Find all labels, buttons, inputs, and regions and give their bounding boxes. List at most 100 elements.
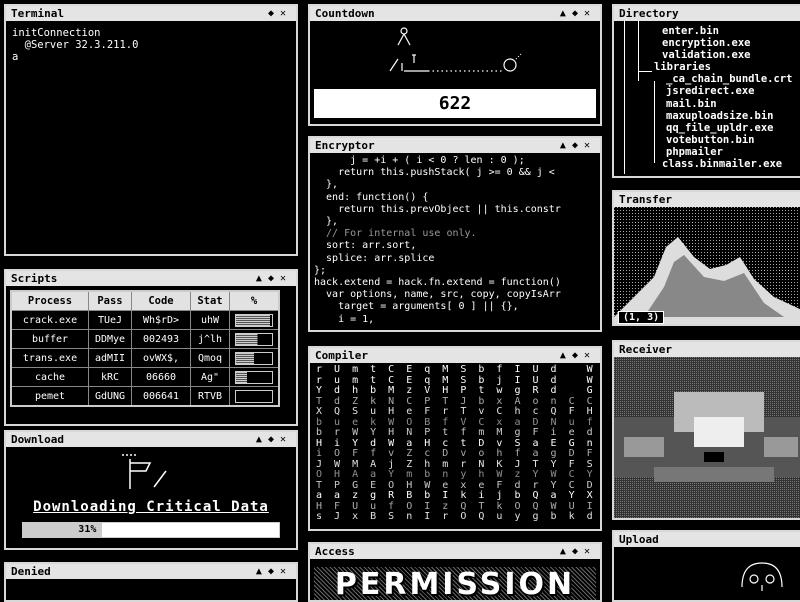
upload-titlebar[interactable]: Upload [614,532,800,547]
cell-process: crack.exe [10,310,89,330]
access-titlebar[interactable]: Access ▲◆✕ [310,544,600,559]
directory-item[interactable]: enter.bin [614,25,800,37]
scripts-window: Scripts ▲◆✕ Process Pass Code Stat % cra… [4,269,298,426]
close-icon[interactable]: ✕ [584,544,596,559]
compiler-title: Compiler [315,349,368,362]
encryptor-window: Encryptor ▲◆✕ j = +i + ( i < 0 ? len : 0… [308,136,602,332]
terminal-line: a [12,51,19,63]
cell-stat: Ag" [190,367,230,387]
cell-progress [229,386,280,407]
row-progress-bar [235,313,273,327]
table-row[interactable]: trans.exe adMII ovWX$, Qmoq [10,348,280,368]
up-icon[interactable]: ▲ [256,564,268,579]
close-icon[interactable]: ✕ [280,432,292,447]
resize-icon[interactable]: ◆ [268,6,280,21]
countdown-titlebar[interactable]: Countdown ▲◆✕ [310,6,600,21]
resize-icon[interactable]: ◆ [572,348,584,363]
col-stat[interactable]: Stat [190,290,230,311]
transfer-titlebar[interactable]: Transfer [614,192,800,207]
denied-title: Denied [11,565,51,578]
receiver-window: Receiver [612,340,800,520]
cell-stat: Qmoq [190,348,230,368]
code-line: // For internal use only. [314,228,477,240]
directory-item[interactable]: jsredirect.exe [614,85,800,97]
directory-item[interactable]: votebutton.bin [614,134,800,146]
terminal-titlebar[interactable]: Terminal ◆✕ [6,6,296,21]
matrix-line: a a z g R B b I k i j b Q a Y X U W i Y … [316,490,596,501]
close-icon[interactable]: ✕ [584,6,596,21]
resize-icon[interactable]: ◆ [572,6,584,21]
code-line: }, [314,179,339,191]
col-code[interactable]: Code [131,290,191,311]
table-row[interactable]: pemet GdUNG 006641 RTVB [10,386,280,407]
col-pass[interactable]: Pass [88,290,132,311]
close-icon[interactable]: ✕ [584,348,596,363]
col-process[interactable]: Process [10,290,89,311]
download-heading: Downloading Critical Data [33,499,269,515]
cell-stat: uhW [190,310,230,330]
close-icon[interactable]: ✕ [280,271,292,286]
encryptor-code[interactable]: j = +i + ( i < 0 ? len : 0 ); return thi… [310,153,600,328]
terminal-line: initConnection [12,27,101,39]
up-icon[interactable]: ▲ [256,432,268,447]
matrix-line: Y d h b M z V H P t w g R d G X J d m B [316,385,596,396]
resize-icon[interactable]: ◆ [572,138,584,153]
directory-item[interactable]: phpmailer [614,146,800,158]
code-line: target = arguments[ 0 ] || {}, [314,301,519,313]
directory-item[interactable]: class.binmailer.exe [614,158,800,170]
terminal-output[interactable]: initConnection @Server 32.3.211.0 a [6,21,296,69]
directory-item[interactable]: mail.bin [614,98,800,110]
matrix-line: O H A a Y m b n y h W z Y W C Y D X a f … [316,469,596,480]
up-icon[interactable]: ▲ [560,138,572,153]
code-line: i = 1, [314,313,375,325]
download-window: Download ▲◆✕ Downloading Critical Data 3… [4,430,298,550]
table-row[interactable]: cache kRC 06660 Ag" [10,367,280,387]
resize-icon[interactable]: ◆ [268,432,280,447]
compiler-titlebar[interactable]: Compiler ▲◆✕ [310,348,600,363]
code-line: sort: arr.sort, [314,240,417,252]
col-percent[interactable]: % [229,290,280,311]
code-line: end: function() { [314,191,429,203]
resize-icon[interactable]: ◆ [572,544,584,559]
process-table: Process Pass Code Stat % crack.exe TUeJ Wh… [10,290,280,407]
receiver-titlebar[interactable]: Receiver [614,342,800,357]
cell-progress [229,348,280,368]
directory-item[interactable]: libraries [614,61,800,73]
matrix-line: b r W Y H N P t f m M g F i e d J r P H … [316,427,596,438]
code-line: var options, name, src, copy, copyIsArr [314,289,561,301]
denied-titlebar[interactable]: Denied ▲◆✕ [6,564,296,579]
directory-item[interactable]: validation.exe [614,49,800,61]
matrix-line: X Q S u H e F r T v C h c Q F H W r Y H … [316,406,596,417]
close-icon[interactable]: ✕ [280,6,292,21]
download-progress-fill: 31% [23,523,103,537]
up-icon[interactable]: ▲ [560,544,572,559]
terminal-title: Terminal [11,7,64,20]
directory-item[interactable]: qq_file_upldr.exe [614,122,800,134]
close-icon[interactable]: ✕ [584,138,596,153]
download-titlebar[interactable]: Download ▲◆✕ [6,432,296,447]
directory-item[interactable]: maxuploadsize.bin [614,110,800,122]
up-icon[interactable]: ▲ [256,271,268,286]
directory-item[interactable]: encryption.exe [614,37,800,49]
cell-pass: DDMye [88,329,132,349]
close-icon[interactable]: ✕ [280,564,292,579]
table-row[interactable]: crack.exe TUeJ Wh$rD> uhW [10,310,280,330]
encryptor-title: Encryptor [315,139,375,152]
up-icon[interactable]: ▲ [560,348,572,363]
up-icon[interactable]: ▲ [560,6,572,21]
directory-item[interactable]: _ca_chain_bundle.crt [614,73,800,85]
directory-titlebar[interactable]: Directory [614,6,800,21]
row-progress-bar [235,351,273,365]
scripts-titlebar[interactable]: Scripts ▲◆✕ [6,271,296,286]
countdown-value: 622 [314,89,596,118]
table-row[interactable]: buffer DDMye 002493 j^lh [10,329,280,349]
encryptor-titlebar[interactable]: Encryptor ▲◆✕ [310,138,600,153]
cell-code: ovWX$, [131,348,191,368]
countdown-window: Countdown ▲◆✕ 622 [308,4,602,126]
matrix-line: r U m t C E q M S b f I U d W P v v y B [316,364,596,375]
cell-progress [229,367,280,387]
resize-icon[interactable]: ◆ [268,271,280,286]
resize-icon[interactable]: ◆ [268,564,280,579]
cell-code: Wh$rD> [131,310,191,330]
transfer-window: Transfer (1, 3) [612,190,800,326]
